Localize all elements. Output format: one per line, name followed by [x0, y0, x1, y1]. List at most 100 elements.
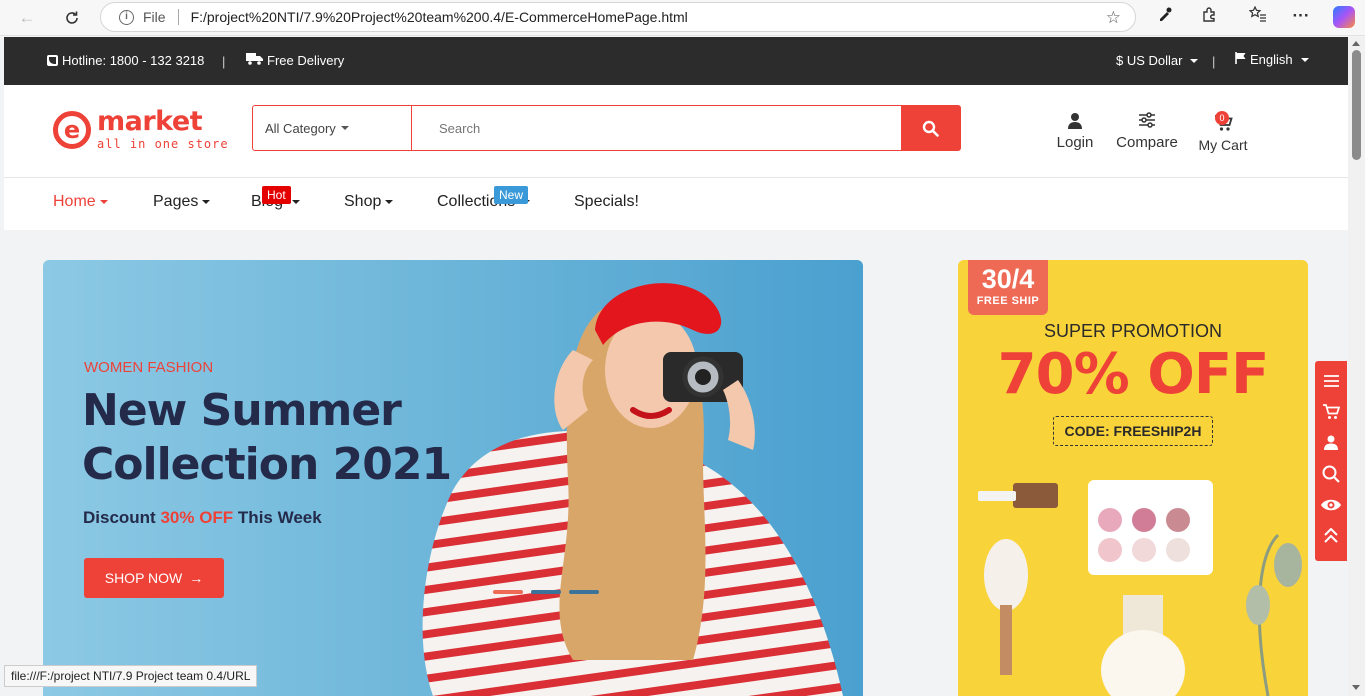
- menu-item-shop[interactable]: Shop: [344, 193, 394, 211]
- promo-date-stamp: 30/4 FREE SHIP: [968, 260, 1048, 315]
- address-divider: [177, 9, 179, 25]
- chevron-down-icon: [340, 126, 349, 130]
- hero-title: New Summer Collection 2021: [82, 384, 452, 492]
- login-button[interactable]: Login: [1054, 109, 1096, 151]
- scroll-to-top-icon[interactable]: [1315, 520, 1347, 551]
- browser-toolbar: ← i File F:/project%20NTI/7.9%20Project%…: [0, 0, 1365, 36]
- free-delivery[interactable]: Free Delivery: [246, 53, 344, 68]
- floating-toolbar: [1315, 361, 1347, 561]
- search-input[interactable]: [412, 106, 901, 150]
- promo-banner[interactable]: 30/4 FREE SHIP SUPER PROMOTION 70% OFF C…: [958, 260, 1308, 696]
- user-icon[interactable]: [1315, 427, 1347, 458]
- hero-banner[interactable]: WOMEN FASHION New Summer Collection 2021…: [43, 260, 863, 696]
- promo-percent: 70% OFF: [997, 342, 1270, 407]
- menu-item-home[interactable]: Home: [53, 193, 108, 211]
- promo-code: CODE: FREESHIP2H: [1053, 416, 1213, 446]
- protocol-label: File: [143, 9, 166, 25]
- hero-title-line-1: New Summer: [82, 385, 402, 436]
- cosmetics-illustration: [978, 480, 1302, 696]
- menu-icon[interactable]: [1315, 365, 1347, 396]
- chevron-down-icon: [202, 200, 211, 204]
- site-info-icon[interactable]: i: [119, 9, 134, 25]
- logo-name: market: [97, 106, 203, 137]
- search-button[interactable]: [901, 106, 960, 150]
- url-text[interactable]: F:/project%20NTI/7.9%20Project%20team%20…: [191, 9, 688, 25]
- sliders-icon: [1112, 109, 1182, 131]
- menu-item-label: Specials!: [574, 193, 639, 210]
- currency-dropdown[interactable]: $ US Dollar: [1116, 53, 1199, 68]
- language-dropdown[interactable]: English: [1235, 52, 1309, 67]
- reload-icon[interactable]: [59, 5, 85, 31]
- discount-suffix: This Week: [233, 508, 322, 527]
- cart-icon: 0: [1197, 111, 1249, 134]
- copilot-icon[interactable]: [1333, 6, 1355, 28]
- logo-tagline: all in one store: [97, 137, 229, 151]
- phone-icon: [47, 55, 58, 66]
- chevron-down-icon: [1190, 58, 1199, 63]
- category-text: All Category: [265, 120, 336, 136]
- main-menu: Home Pages Hot Blog Shop New Collections…: [4, 178, 1348, 230]
- favorite-star-icon[interactable]: ☆: [1106, 8, 1121, 28]
- topbar-divider: |: [1212, 54, 1216, 69]
- site-logo[interactable]: e market all in one store: [53, 106, 229, 151]
- shop-now-button[interactable]: SHOP NOW →: [84, 558, 224, 598]
- scroll-down-icon[interactable]: [1352, 685, 1360, 690]
- arrow-right-icon: →: [189, 570, 204, 586]
- hero-title-line-2: Collection 2021: [82, 439, 452, 490]
- site-header: e market all in one store All Category L…: [4, 85, 1348, 178]
- favorites-list-icon[interactable]: [1246, 5, 1270, 27]
- more-menu-icon[interactable]: ···: [1289, 6, 1313, 26]
- slider-dot[interactable]: [493, 590, 523, 594]
- top-info-bar: Hotline: 1800 - 132 3218 | Free Delivery…: [4, 37, 1348, 85]
- slider-dot[interactable]: [569, 590, 599, 594]
- cart-count-badge: 0: [1215, 111, 1229, 125]
- cart-button[interactable]: 0 My Cart: [1197, 111, 1249, 153]
- menu-item-collections[interactable]: New Collections: [437, 186, 531, 211]
- chevron-down-icon: [292, 200, 301, 204]
- slider-dots: [493, 590, 599, 594]
- hotline[interactable]: Hotline: 1800 - 132 3218: [47, 53, 204, 68]
- menu-item-label: Shop: [344, 193, 382, 210]
- hero-discount: Discount 30% OFF This Week: [83, 508, 322, 528]
- category-select[interactable]: All Category: [253, 106, 412, 150]
- scroll-up-icon[interactable]: [1352, 41, 1360, 46]
- chevron-down-icon: [1300, 57, 1309, 62]
- back-icon[interactable]: ←: [14, 5, 40, 31]
- menu-item-label: Home: [53, 193, 96, 210]
- eyedropper-icon[interactable]: [1153, 6, 1177, 27]
- search-icon[interactable]: [1315, 458, 1347, 489]
- hero-eyebrow: WOMEN FASHION: [84, 359, 214, 376]
- scrollbar-thumb[interactable]: [1352, 50, 1361, 160]
- compare-label: Compare: [1116, 134, 1178, 151]
- menu-item-label: Pages: [153, 193, 199, 210]
- cart-icon[interactable]: [1315, 396, 1347, 427]
- compare-button[interactable]: Compare: [1112, 109, 1182, 151]
- vertical-scrollbar[interactable]: [1348, 37, 1365, 696]
- cart-label: My Cart: [1198, 137, 1248, 153]
- status-url-bar: file:///F:/project NTI/7.9 Project team …: [4, 665, 258, 687]
- menu-item-specials[interactable]: Specials!: [574, 193, 639, 211]
- login-label: Login: [1056, 134, 1094, 151]
- flag-icon: [1235, 52, 1246, 67]
- search-bar: All Category: [252, 105, 961, 151]
- address-bar[interactable]: i File F:/project%20NTI/7.9%20Project%20…: [100, 2, 1136, 32]
- chevron-down-icon: [99, 200, 108, 204]
- menu-item-pages[interactable]: Pages: [153, 193, 211, 211]
- search-icon: [922, 120, 939, 137]
- chevron-down-icon: [385, 200, 394, 204]
- user-icon: [1054, 109, 1096, 131]
- truck-icon: [246, 53, 263, 68]
- promo-free-ship: FREE SHIP: [976, 295, 1040, 307]
- eye-icon[interactable]: [1315, 489, 1347, 520]
- hotline-text: Hotline: 1800 - 132 3218: [62, 53, 205, 68]
- discount-highlight: 30% OFF: [160, 508, 234, 527]
- webpage: Hotline: 1800 - 132 3218 | Free Delivery…: [4, 37, 1348, 696]
- new-badge: New: [494, 186, 529, 204]
- menu-item-blog[interactable]: Hot Blog: [251, 186, 301, 211]
- shop-now-label: SHOP NOW: [104, 570, 183, 586]
- promo-heading: SUPER PROMOTION: [1043, 321, 1222, 341]
- slider-dot[interactable]: [531, 590, 561, 594]
- currency-text: $ US Dollar: [1116, 53, 1183, 68]
- extensions-icon[interactable]: [1197, 6, 1221, 28]
- hot-badge: Hot: [262, 186, 291, 204]
